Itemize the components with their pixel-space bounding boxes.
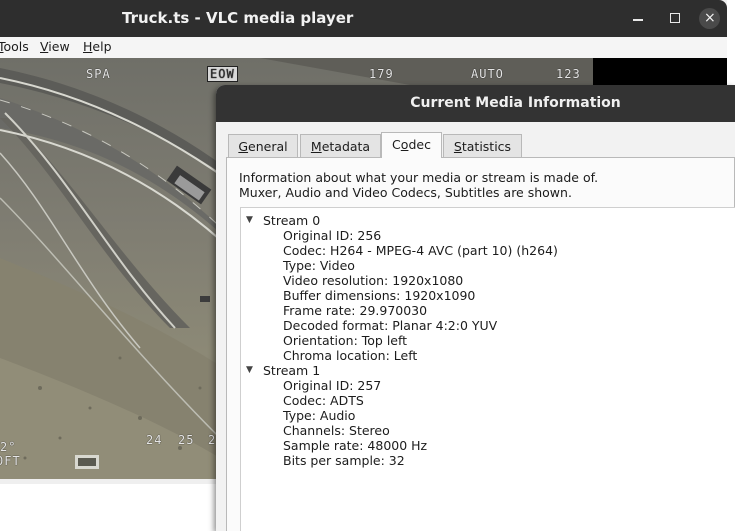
stream-0-prop: Frame rate: 29.970030	[283, 303, 428, 318]
stream-1-prop: Original ID: 257	[283, 378, 382, 393]
osd-auto: AUTO	[471, 67, 504, 81]
expand-arrow-icon[interactable]: ▼	[246, 213, 253, 228]
dialog-titlebar[interactable]: Current Media Information	[216, 85, 735, 122]
tab-metadata[interactable]: Metadata	[300, 134, 381, 157]
media-information-dialog: Current Media Information General Metada…	[216, 85, 735, 531]
menu-tools[interactable]: Tools	[0, 39, 29, 54]
tree-stream-1[interactable]: ▼ Stream 1	[246, 363, 320, 378]
osd-eow: EOW	[207, 66, 238, 82]
stream-tree[interactable]: ▼ Stream 0 Original ID: 256 Codec: H264 …	[240, 207, 735, 531]
menu-bar: Tools View Help	[0, 37, 727, 58]
dialog-title: Current Media Information	[410, 95, 621, 111]
stream-1-prop: Bits per sample: 32	[283, 453, 405, 468]
tab-codec[interactable]: Codec	[381, 132, 442, 158]
osd-bottom-left-1: 2°	[0, 440, 17, 454]
stream-0-prop: Decoded format: Planar 4:2:0 YUV	[283, 318, 498, 333]
osd-bottom-mid-2: 25	[178, 433, 195, 447]
tab-statistics[interactable]: Statistics	[443, 134, 522, 157]
stream-0-prop: Buffer dimensions: 1920x1090	[283, 288, 476, 303]
stream-1-prop: Codec: ADTS	[283, 393, 364, 408]
stream-0-prop: Codec: H264 - MPEG-4 AVC (part 10) (h264…	[283, 243, 558, 258]
video-letterbox	[593, 58, 727, 88]
close-icon[interactable]: ×	[699, 8, 720, 29]
intro-line-2: Muxer, Audio and Video Codecs, Subtitles…	[239, 185, 572, 200]
osd-179: 179	[369, 67, 394, 81]
stream-0-prop: Type: Video	[283, 258, 355, 273]
stream-1-prop: Type: Audio	[283, 408, 356, 423]
stream-0-prop: Original ID: 256	[283, 228, 382, 243]
stream-0-prop: Chroma location: Left	[283, 348, 418, 363]
menu-view[interactable]: View	[40, 39, 70, 54]
tree-stream-0[interactable]: ▼ Stream 0	[246, 213, 320, 228]
minimize-icon[interactable]	[628, 8, 648, 28]
codec-tab-panel: Information about what your media or str…	[226, 157, 735, 531]
osd-bottom-mid-3: 2	[208, 433, 217, 447]
osd-spa: SPA	[86, 67, 111, 81]
tab-general[interactable]: General	[228, 134, 298, 157]
osd-bottom-mid-1: 24	[146, 433, 163, 447]
maximize-icon[interactable]	[665, 8, 685, 28]
stream-1-prop: Channels: Stereo	[283, 423, 390, 438]
codec-intro-text: Information about what your media or str…	[239, 170, 598, 200]
stream-0-prop: Orientation: Top left	[283, 333, 408, 348]
stream-0-prop: Video resolution: 1920x1080	[283, 273, 464, 288]
stream-1-prop: Sample rate: 48000 Hz	[283, 438, 428, 453]
intro-line-1: Information about what your media or str…	[239, 170, 599, 185]
osd-bottom-left-2: 0FT	[0, 454, 21, 468]
window-title: Truck.ts - VLC media player	[122, 9, 354, 27]
osd-123: 123	[556, 67, 581, 81]
menu-help[interactable]: Help	[83, 39, 112, 54]
window-titlebar[interactable]: Truck.ts - VLC media player ×	[0, 0, 727, 37]
expand-arrow-icon[interactable]: ▼	[246, 363, 253, 378]
